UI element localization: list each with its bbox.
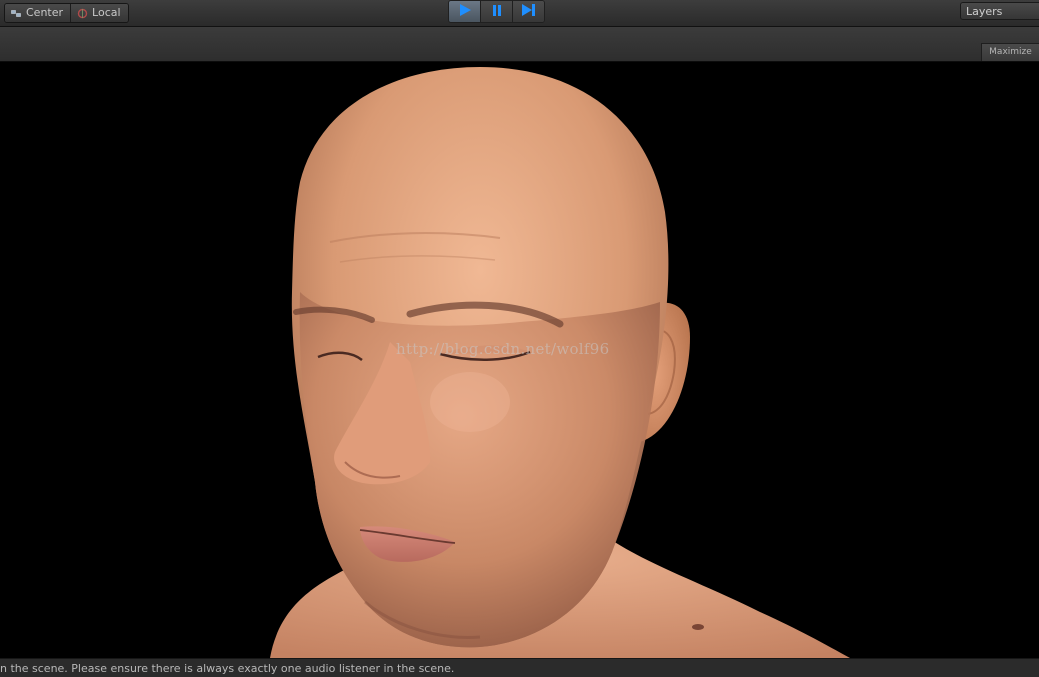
pivot-center-button[interactable]: Center xyxy=(5,4,71,22)
step-button[interactable] xyxy=(512,1,544,22)
play-button[interactable] xyxy=(449,1,480,22)
mole-mark xyxy=(692,624,704,630)
playback-controls xyxy=(448,0,545,23)
pivot-local-label: Local xyxy=(92,6,121,19)
pivot-toggle-group: Center Local xyxy=(4,3,129,23)
game-viewport[interactable]: http://blog.csdn.net/wolf96 xyxy=(0,62,1039,658)
maximize-button[interactable]: Maximize xyxy=(981,43,1039,61)
status-message: n the scene. Please ensure there is alwa… xyxy=(0,662,455,675)
main-toolbar: Center Local Layers xyxy=(0,0,1039,27)
play-icon xyxy=(458,2,472,21)
game-view-header: Maximize xyxy=(0,27,1039,62)
pivot-local-icon xyxy=(77,8,88,19)
unity-editor-window: Center Local Layers Maximize http://blog… xyxy=(0,0,1039,677)
step-icon xyxy=(521,2,537,21)
pivot-local-button[interactable]: Local xyxy=(70,4,128,22)
pivot-center-label: Center xyxy=(26,6,64,19)
layers-dropdown[interactable]: Layers xyxy=(960,2,1039,20)
console-status-bar[interactable]: n the scene. Please ensure there is alwa… xyxy=(0,658,1039,677)
pause-button[interactable] xyxy=(480,1,512,22)
pause-icon xyxy=(491,2,503,21)
watermark-text: http://blog.csdn.net/wolf96 xyxy=(396,340,610,358)
pivot-center-icon xyxy=(11,9,22,18)
rendered-head-model xyxy=(270,67,850,658)
